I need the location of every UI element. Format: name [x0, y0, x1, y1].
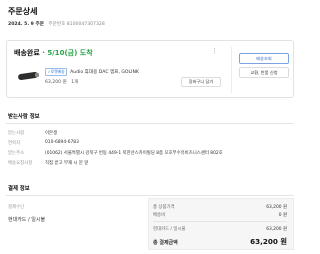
product-name[interactable]: Audio 휴대용 DAC 앰프, GOLINK [70, 70, 139, 75]
payment-section-title: 결제 정보 [8, 186, 30, 192]
product-thumbnail[interactable] [15, 66, 41, 86]
product-quantity: 1개 [71, 80, 79, 85]
grand-total-row: 총 결제금액 63,200 원 [153, 237, 287, 246]
recipient-name-label: 받는사람 [8, 131, 25, 136]
payment-method-label: 결제수단 [8, 205, 25, 210]
address-value: (01062) 서울특별시 강북구 번동 449-1 북한산스카이빌딩 8층 오… [45, 151, 223, 156]
exchange-return-button[interactable]: 교환, 반품 신청 [239, 67, 289, 78]
order-number: 주문번호 8100047307328 [48, 22, 105, 27]
total-product-value: 63,200 원 [266, 205, 287, 210]
total-product-label: 총 상품가격 [153, 205, 175, 210]
payment-summary-box: 총 상품가격 63,200 원 배송비 0 원 현대카드 / 일시불 63,20… [148, 198, 294, 250]
grand-total-value: 63,200 원 [250, 237, 287, 246]
summary-row: 현대카드 / 일시불 63,200 원 [153, 226, 287, 232]
add-to-cart-button[interactable]: 장바구니 담기 [181, 77, 221, 87]
summary-separator [153, 221, 287, 222]
shipping-fee-value: 0 원 [278, 213, 287, 218]
shipping-fee-label: 배송비 [153, 213, 166, 218]
payment-divider [6, 195, 294, 196]
phone-label: 연락처 [8, 141, 21, 146]
summary-row: 배송비 0 원 [153, 212, 287, 218]
card-divider [231, 47, 232, 93]
recipient-divider [6, 123, 294, 124]
order-card: 배송완료 · 5/10(금) 도착 ⋮ ✓로켓배송 Audio 휴대용 DAC 앰… [6, 40, 294, 98]
status-label: 배송완료 [14, 49, 40, 57]
payment-method-value: 현대카드 / 일시불 [8, 217, 46, 223]
rocket-delivery-badge: ✓로켓배송 [45, 68, 68, 76]
product-price: 63,200 원 [45, 80, 67, 85]
recipient-section-title: 받는사람 정보 [8, 114, 40, 120]
page-title: 주문상세 [8, 7, 38, 16]
dac-plug-shape [34, 72, 40, 78]
order-date: 2024. 5. 9 주문 [8, 22, 44, 27]
delivery-eta: 5/10(금) 도착 [47, 49, 93, 57]
delivery-status: 배송완료 · 5/10(금) 도착 [14, 48, 93, 58]
card-payment-label: 현대카드 / 일시불 [153, 227, 186, 232]
more-vertical-icon[interactable]: ⋮ [211, 48, 218, 55]
delivery-request-label: 배송요청사항 [8, 161, 33, 166]
price-quantity: 63,200 원 1개 [45, 79, 78, 85]
order-meta: 2024. 5. 9 주문 주문번호 8100047307328 [8, 21, 105, 27]
track-delivery-button[interactable]: 배송조회 [239, 53, 289, 64]
recipient-name-value: 이본생 [45, 131, 58, 136]
grand-total-label: 총 결제금액 [153, 240, 178, 246]
delivery-request-value: 직접 받고 부재 시 문 앞 [45, 161, 89, 166]
product-info: ✓로켓배송 Audio 휴대용 DAC 앰프, GOLINK [45, 68, 139, 76]
phone-value: 010-6894-6783 [45, 140, 79, 145]
card-payment-value: 63,200 원 [266, 227, 287, 232]
summary-row: 총 상품가격 63,200 원 [153, 204, 287, 210]
address-label: 받는주소 [8, 151, 25, 156]
